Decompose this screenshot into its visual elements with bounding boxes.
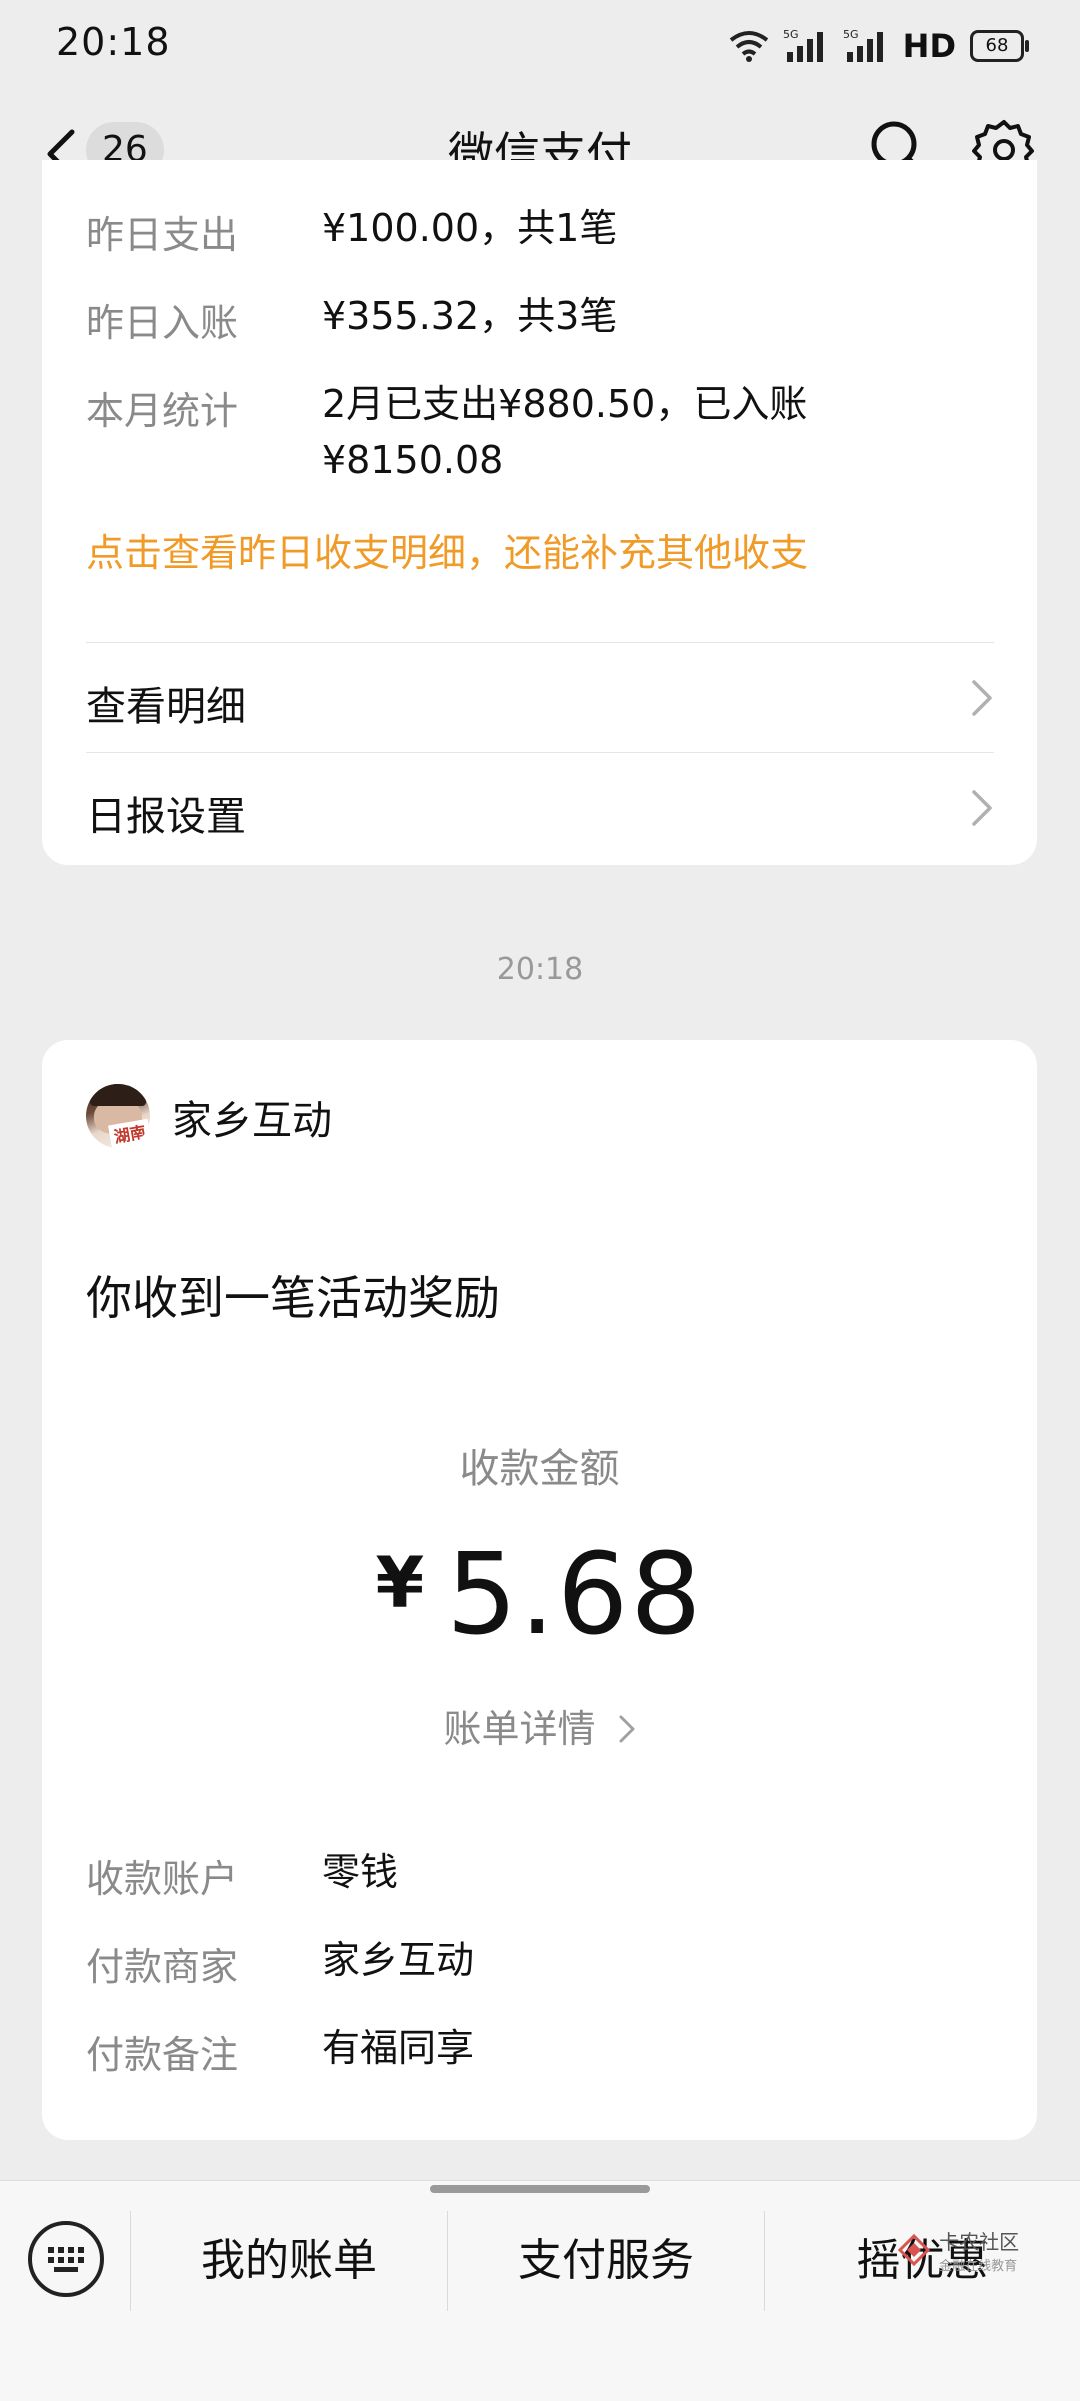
bottom-menu-bar: 我的账单 支付服务 摇优惠 (0, 2180, 1080, 2401)
payment-services-tab[interactable]: 支付服务 (448, 2221, 764, 2301)
account-label: 收款账户 (86, 1857, 239, 1901)
watermark-subtitle: 金融在线教育 (939, 2259, 1018, 2274)
merchant-name[interactable]: 家乡互动 (172, 1088, 332, 1146)
payer-merchant-value: 家乡互动 (322, 1938, 475, 1982)
hd-indicator: HD (902, 27, 956, 65)
currency-symbol: ¥ (375, 1542, 425, 1624)
yesterday-spend-label: 昨日支出 (86, 213, 239, 257)
merchant-avatar[interactable]: 湖南 (86, 1084, 150, 1148)
amount-display: ¥5.68 (42, 1530, 1037, 1660)
report-settings-label: 日报设置 (86, 794, 246, 840)
svg-text:5G: 5G (843, 28, 859, 41)
view-detail-row[interactable]: 查看明细 (42, 644, 1037, 752)
watermark-title: 卡农社区 (939, 2230, 1020, 2254)
chevron-right-icon (972, 790, 992, 826)
watermark-logo: 卡农社区 金融在线教育 (897, 2226, 1020, 2274)
chevron-right-icon (972, 680, 992, 716)
view-detail-tip-link[interactable]: 点击查看昨日收支明细，还能补充其他收支 (86, 522, 808, 577)
payment-note-label: 付款备注 (86, 2033, 239, 2077)
month-stats-label: 本月统计 (86, 389, 239, 433)
message-timestamp: 20:18 (496, 952, 584, 987)
battery-icon: 68 (970, 30, 1029, 62)
watermark-emblem-icon (897, 2233, 931, 2267)
my-bills-tab[interactable]: 我的账单 (131, 2221, 447, 2301)
yesterday-income-label: 昨日入账 (86, 301, 239, 345)
payment-received-card[interactable]: 湖南 家乡互动 你收到一笔活动奖励 收款金额 ¥5.68 账单详情 收款账户 零… (42, 1040, 1037, 2140)
notice-title: 你收到一笔活动奖励 (86, 1271, 500, 1325)
amount-label: 收款金额 (459, 1446, 620, 1492)
amount-value: 5.68 (446, 1530, 704, 1660)
status-icons: 5G 5G HD 68 (729, 26, 1029, 66)
report-settings-row[interactable]: 日报设置 (42, 754, 1037, 862)
daily-report-card: 昨日支出 ¥100.00，共1笔 昨日入账 ¥355.32，共3笔 本月统计 2… (42, 160, 1037, 865)
payment-note-value: 有福同享 (322, 2026, 475, 2070)
divider (86, 752, 994, 753)
bill-detail-label: 账单详情 (443, 1707, 596, 1751)
svg-text:5G: 5G (783, 28, 799, 41)
signal-5g-icon: 5G (783, 28, 823, 62)
status-bar: 20:18 5G 5G HD 68 (0, 0, 1080, 92)
home-indicator[interactable] (430, 2185, 650, 2193)
signal-5g-icon-2: 5G (843, 28, 883, 62)
keyboard-icon (48, 2247, 84, 2272)
status-time: 20:18 (56, 20, 171, 64)
chevron-right-icon (619, 1715, 635, 1743)
view-detail-label: 查看明细 (86, 684, 246, 730)
month-stats-value-line1: 2月已支出¥880.50，已入账 (322, 382, 808, 426)
avatar-hair (90, 1084, 146, 1106)
wifi-icon (729, 31, 768, 62)
payer-merchant-label: 付款商家 (86, 1945, 239, 1989)
yesterday-income-value: ¥355.32，共3笔 (322, 294, 618, 338)
divider (86, 642, 994, 643)
bill-detail-link[interactable]: 账单详情 (42, 1698, 1037, 1753)
yesterday-spend-value: ¥100.00，共1笔 (322, 206, 618, 250)
keyboard-toggle-button[interactable] (28, 2221, 104, 2297)
month-stats-value-line2: ¥8150.08 (322, 438, 504, 482)
account-value: 零钱 (322, 1850, 399, 1894)
